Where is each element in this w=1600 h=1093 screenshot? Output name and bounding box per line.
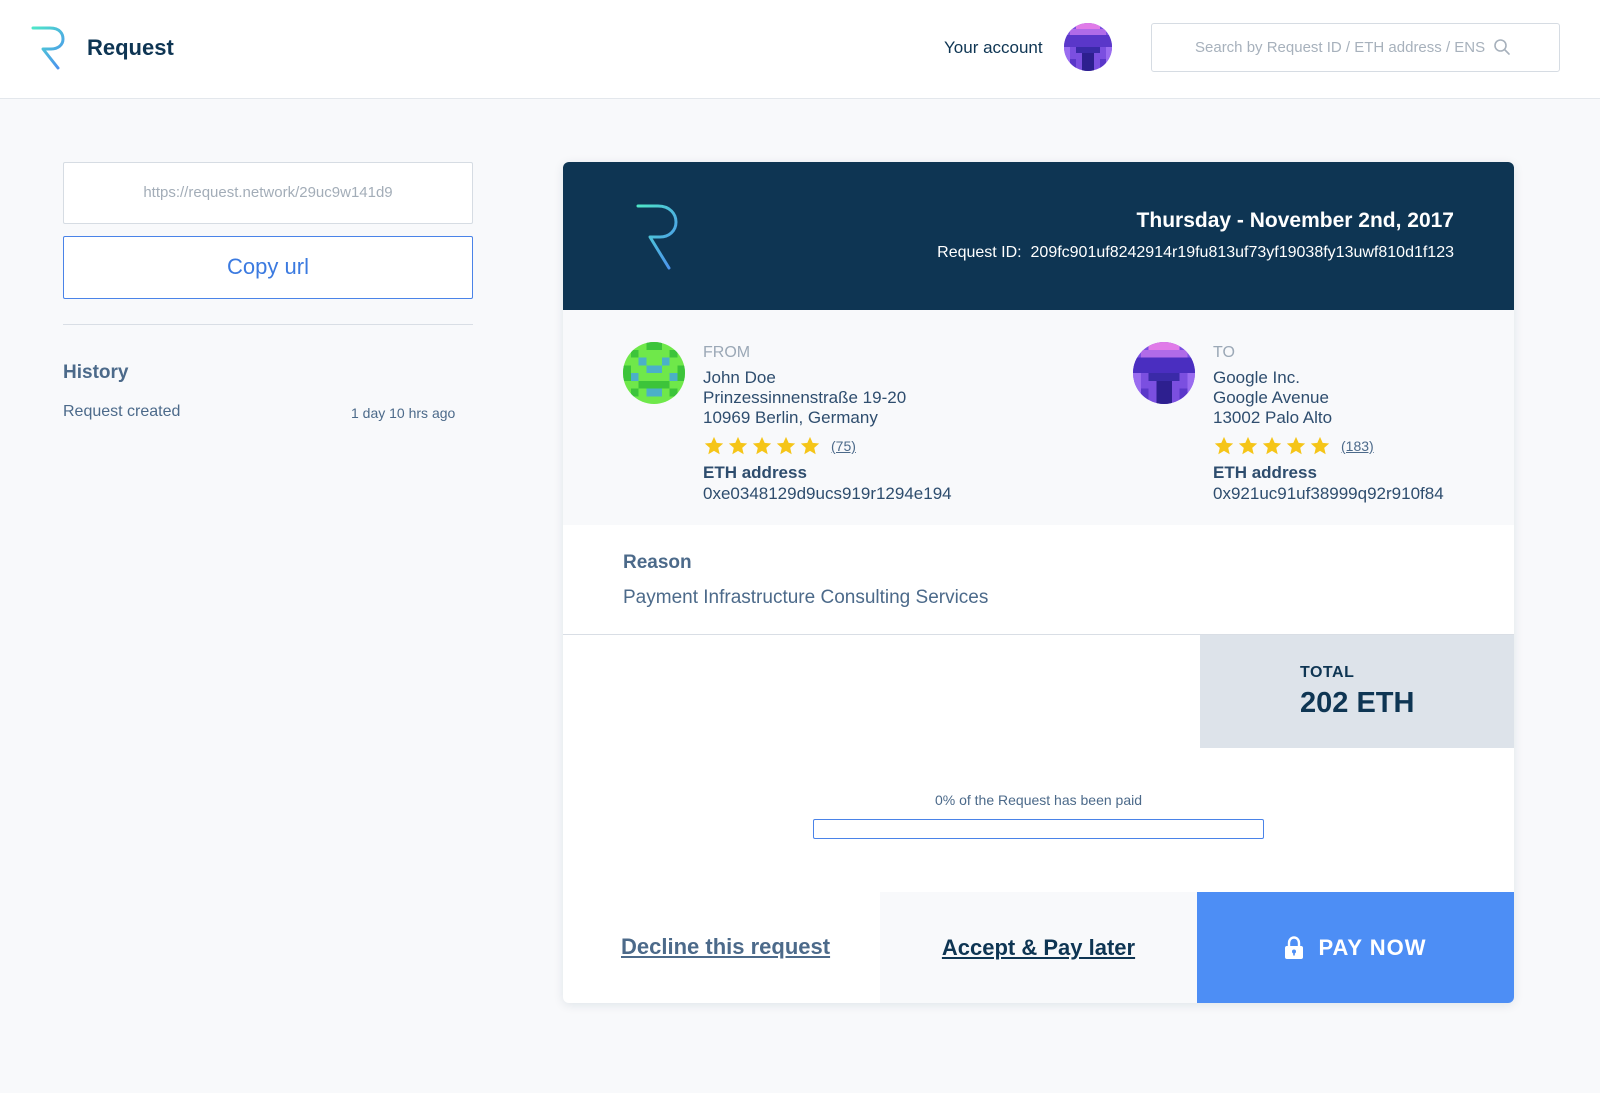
copy-url-button[interactable]: Copy url <box>63 236 473 299</box>
star-icon <box>704 436 724 455</box>
request-logo-icon[interactable] <box>30 24 68 70</box>
history-item-label: Request created <box>63 403 181 420</box>
reason-text: Payment Infrastructure Consulting Servic… <box>623 587 989 608</box>
account-avatar[interactable] <box>1064 23 1112 71</box>
star-icon <box>1214 436 1234 455</box>
request-date: Thursday - November 2nd, 2017 <box>1136 209 1454 232</box>
from-name: John Doe <box>703 368 776 387</box>
star-icon <box>1262 436 1282 455</box>
star-icon <box>800 436 820 455</box>
to-label: TO <box>1213 344 1235 361</box>
accept-pay-later-button[interactable]: Accept & Pay later <box>880 892 1197 1003</box>
history-item-time: 1 day 10 hrs ago <box>351 405 456 421</box>
total-label: TOTAL <box>1300 664 1355 681</box>
star-icon <box>1286 436 1306 455</box>
reason-title: Reason <box>623 552 692 573</box>
from-eth-address: 0xe0348129d9ucs919r1294e194 <box>703 484 952 503</box>
request-id-value: 209fc901uf8242914r19fu813uf73yf19038fy13… <box>1030 244 1454 261</box>
decline-request-link[interactable]: Decline this request <box>621 934 830 960</box>
from-address-line2: 10969 Berlin, Germany <box>703 408 878 427</box>
search-icon[interactable] <box>1493 38 1511 56</box>
star-icon <box>776 436 796 455</box>
accept-pay-later-label: Accept & Pay later <box>941 935 1136 960</box>
to-address-line2: 13002 Palo Alto <box>1213 408 1333 427</box>
action-bar: Decline this request Accept & Pay later … <box>563 892 1514 1003</box>
request-logo-icon <box>636 204 678 270</box>
top-bar: Request Your account <box>0 0 1600 99</box>
star-icon <box>1238 436 1258 455</box>
request-card: Thursday - November 2nd, 2017 Request ID… <box>563 162 1514 1003</box>
avatar <box>623 342 685 404</box>
to-eth-label: ETH address <box>1213 463 1317 482</box>
from-label: FROM <box>703 344 751 361</box>
search-box[interactable] <box>1151 23 1560 72</box>
to-rating: (183) <box>1213 434 1514 458</box>
star-icon <box>1310 436 1330 455</box>
to-name: Google Inc. <box>1213 368 1300 387</box>
parties-section: FROM John Doe Prinzessinnenstraße 19-20 … <box>563 310 1514 525</box>
pay-now-label: PAY NOW <box>1318 934 1427 960</box>
to-eth-address: 0x921uc91uf38999q92r910f84 <box>1213 484 1444 503</box>
from-address-line1: Prinzessinnenstraße 19-20 <box>703 388 907 407</box>
lock-icon <box>1285 935 1304 959</box>
from-rating: (75) <box>703 434 1033 458</box>
request-id: Request ID: 209fc901uf8242914r19fu813uf7… <box>937 244 1454 262</box>
payment-progress-text: 0% of the Request has been paid <box>934 792 1143 808</box>
avatar <box>1133 342 1195 404</box>
request-id-label: Request ID: <box>937 244 1022 261</box>
total-value: 202 ETH <box>1300 687 1415 719</box>
star-icon <box>752 436 772 455</box>
to-address-line1: Google Avenue <box>1213 388 1329 407</box>
pay-now-button[interactable]: PAY NOW <box>1197 892 1514 1003</box>
history-title: History <box>63 362 129 383</box>
total-box: TOTAL 202 ETH <box>1200 635 1514 748</box>
brand-name: Request <box>87 35 174 60</box>
card-header: Thursday - November 2nd, 2017 Request ID… <box>563 162 1514 310</box>
divider <box>63 324 473 325</box>
account-link[interactable]: Your account <box>944 38 1043 58</box>
request-url-field[interactable]: https://request.network/29uc9w141d9 <box>63 162 473 224</box>
from-eth-label: ETH address <box>703 463 807 482</box>
from-rating-count[interactable]: (75) <box>831 438 856 454</box>
to-rating-count[interactable]: (183) <box>1341 438 1374 454</box>
payment-progress-bar <box>813 819 1264 839</box>
star-icon <box>728 436 748 455</box>
